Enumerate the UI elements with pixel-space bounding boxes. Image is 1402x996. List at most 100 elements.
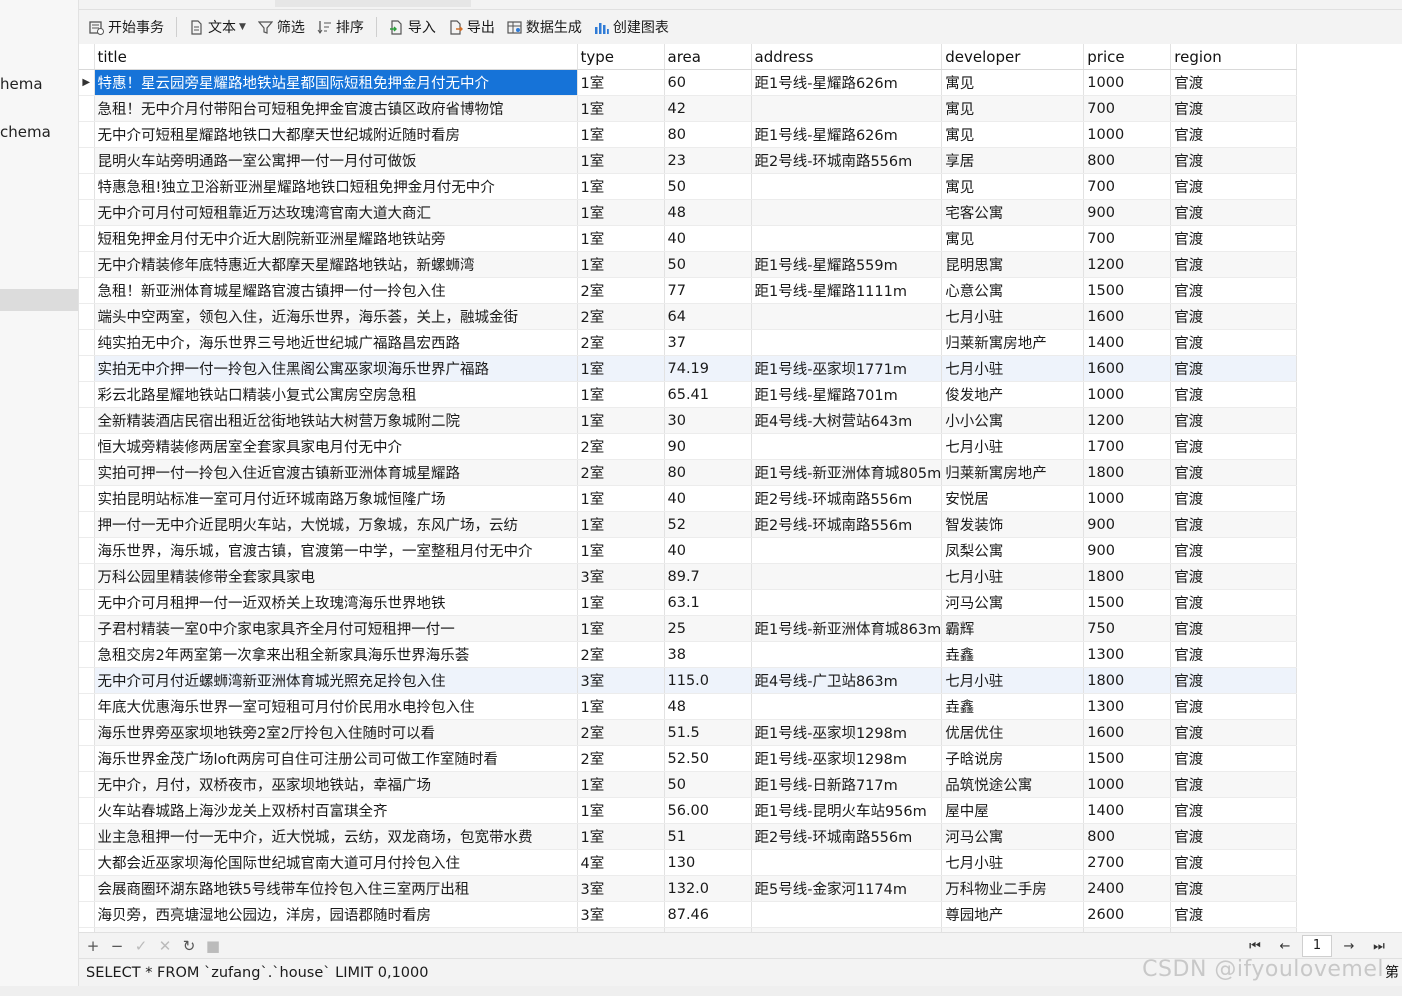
cell-developer[interactable]: 归莱新寓房地产 [941, 459, 1085, 486]
last-page-icon[interactable]: ⏭ [1364, 939, 1394, 954]
cell-area[interactable]: 74.19 [664, 355, 752, 382]
cell-address[interactable]: 距5号线-金家河1174m [751, 875, 943, 902]
cell-title[interactable]: 无中介精装修年底特惠近大都摩天星耀路地铁站，新螺蛳湾 [94, 251, 578, 278]
cell-price[interactable]: 1500 [1083, 745, 1172, 772]
cell-title[interactable]: 会展商圈环湖东路地铁5号线带车位拎包入住三室两厅出租 [94, 875, 578, 902]
delete-record-icon[interactable]: − [105, 937, 129, 955]
cell-title[interactable]: 海乐世界，海乐城，官渡古镇，官渡第一中学，一室整租月付无中介 [94, 537, 578, 564]
cell-developer[interactable]: 享居 [941, 147, 1085, 174]
table-row[interactable]: 无中介可月租押一付一近双桥关上玫瑰湾海乐世界地铁 1室 63.1 河马公寓 1500 官渡 [79, 589, 1298, 616]
row-indicator[interactable] [79, 745, 95, 772]
apply-changes-icon[interactable]: ✓ [129, 937, 153, 955]
cell-address[interactable]: 距4号线-广卫站863m [751, 667, 943, 694]
row-indicator[interactable] [79, 511, 95, 538]
table-row[interactable]: 年底大优惠海乐世界一室可短租可月付价民用水电拎包入住 1室 48 垚鑫 1300 官渡 [79, 693, 1298, 720]
row-indicator[interactable] [79, 771, 95, 798]
refresh-icon[interactable]: ↻ [177, 937, 201, 955]
cell-price[interactable]: 700 [1083, 173, 1172, 200]
cell-area[interactable]: 132.0 [664, 875, 752, 902]
cell-developer[interactable]: 尊园地产 [941, 901, 1085, 928]
cell-area[interactable]: 52.50 [664, 745, 752, 772]
cell-title[interactable]: 押一付一无中介近昆明火车站，大悦城，万象城，东风广场，云纺 [94, 511, 578, 538]
cell-developer[interactable]: 垚鑫 [941, 693, 1085, 720]
cell-price[interactable]: 1000 [1083, 771, 1172, 798]
table-row[interactable]: 子君村精装一室0中介家电家具齐全月付可短租押一付一 1室 25 距1号线-新亚洲体育城… [79, 615, 1298, 642]
cell-area[interactable]: 48 [664, 199, 752, 226]
cell-area[interactable]: 42 [664, 95, 752, 122]
cell-title[interactable]: 无中介可月付可短租靠近万达玫瑰湾官南大道大商汇 [94, 199, 578, 226]
tab-active[interactable] [275, 0, 471, 7]
cell-address[interactable]: 距2号线-环城南路556m [751, 511, 943, 538]
create-chart-button[interactable]: 创建图表 [588, 15, 675, 39]
cell-title[interactable]: 无中介可短租星耀路地铁口大都摩天世纪城附近随时看房 [94, 121, 578, 148]
row-indicator[interactable] [79, 875, 95, 902]
cell-region[interactable]: 官渡 [1170, 511, 1298, 538]
cell-type[interactable]: 1室 [577, 251, 665, 278]
cell-region[interactable]: 官渡 [1170, 849, 1298, 876]
next-page-icon[interactable]: → [1334, 939, 1364, 954]
cell-address[interactable]: 距1号线-巫家坝1298m [751, 719, 943, 746]
cell-developer[interactable]: 七月小驻 [941, 303, 1085, 330]
cell-type[interactable]: 2室 [577, 719, 665, 746]
table-row[interactable]: 特惠急租!独立卫浴新亚洲星耀路地铁口短租免押金月付无中介 1室 50 寓见 700 官渡 [79, 173, 1298, 200]
table-row[interactable]: 无中介可短租星耀路地铁口大都摩天世纪城附近随时看房 1室 80 距1号线-星耀路626… [79, 121, 1298, 148]
table-row[interactable]: 短租免押金月付无中介近大剧院新亚洲星耀路地铁站旁 1室 40 寓见 700 官渡 [79, 225, 1298, 252]
table-row[interactable]: 业主急租押一付一无中介，近大悦城，云纺，双龙商场，包宽带水费 1室 51 距2号线-环… [79, 823, 1298, 850]
cell-area[interactable]: 48 [664, 693, 752, 720]
cell-region[interactable]: 官渡 [1170, 173, 1298, 200]
row-indicator[interactable] [79, 381, 95, 408]
cell-address[interactable]: 距1号线-新亚洲体育城863m [751, 615, 943, 642]
cell-price[interactable]: 1500 [1083, 277, 1172, 304]
cell-area[interactable]: 30 [664, 407, 752, 434]
discard-changes-icon[interactable]: ✕ [153, 937, 177, 955]
row-indicator[interactable] [79, 823, 95, 850]
cell-type[interactable]: 1室 [577, 355, 665, 382]
cell-area[interactable]: 87.46 [664, 901, 752, 928]
row-indicator[interactable] [79, 199, 95, 226]
cell-type[interactable]: 1室 [577, 537, 665, 564]
first-page-icon[interactable]: ⏮ [1240, 939, 1270, 954]
cell-type[interactable]: 2室 [577, 745, 665, 772]
row-indicator[interactable] [79, 667, 95, 694]
cell-area[interactable]: 90 [664, 433, 752, 460]
cell-price[interactable]: 900 [1083, 537, 1172, 564]
row-indicator[interactable] [79, 719, 95, 746]
cell-area[interactable]: 38 [664, 641, 752, 668]
cell-area[interactable]: 89.7 [664, 563, 752, 590]
table-row[interactable]: 万科公园里精装修带全套家具家电 3室 89.7 七月小驻 1800 官渡 [79, 563, 1298, 590]
import-button[interactable]: 导入 [383, 15, 442, 39]
cell-address[interactable] [751, 225, 943, 252]
table-row[interactable]: 海贝旁，西亮塘湿地公园边，洋房，园语郡随时看房 3室 87.46 尊园地产 2600 官渡 [79, 901, 1298, 928]
cell-title[interactable]: 急租！无中介月付带阳台可短租免押金官渡古镇区政府省博物馆 [94, 95, 578, 122]
cell-price[interactable]: 1000 [1083, 121, 1172, 148]
cell-region[interactable]: 官渡 [1170, 355, 1298, 382]
row-indicator[interactable] [79, 95, 95, 122]
cell-address[interactable]: 距1号线-星耀路701m [751, 381, 943, 408]
cell-type[interactable]: 1室 [577, 797, 665, 824]
cell-address[interactable] [751, 563, 943, 590]
cell-type[interactable]: 1室 [577, 693, 665, 720]
cell-type[interactable]: 4室 [577, 849, 665, 876]
cell-address[interactable] [751, 303, 943, 330]
cell-price[interactable]: 1600 [1083, 355, 1172, 382]
row-indicator[interactable] [79, 433, 95, 460]
cell-region[interactable]: 官渡 [1170, 407, 1298, 434]
cell-price[interactable]: 1000 [1083, 69, 1172, 96]
cell-title[interactable]: 急租！新亚洲体育城星耀路官渡古镇押一付一拎包入住 [94, 277, 578, 304]
cell-price[interactable]: 1300 [1083, 641, 1172, 668]
cell-type[interactable]: 3室 [577, 563, 665, 590]
cell-area[interactable]: 50 [664, 251, 752, 278]
previous-page-icon[interactable]: ← [1270, 939, 1300, 954]
cell-region[interactable]: 官渡 [1170, 459, 1298, 486]
row-indicator[interactable] [79, 797, 95, 824]
cell-address[interactable] [751, 433, 943, 460]
chevron-down-icon[interactable]: ▼ [239, 22, 246, 32]
cell-developer[interactable]: 垚鑫 [941, 641, 1085, 668]
cell-title[interactable]: 纯实拍无中介，海乐世界三号地近世纪城广福路昌宏西路 [94, 329, 578, 356]
cell-price[interactable]: 1600 [1083, 303, 1172, 330]
cell-region[interactable]: 官渡 [1170, 121, 1298, 148]
column-header-developer[interactable]: developer [941, 44, 1085, 70]
cell-developer[interactable]: 小小公寓 [941, 407, 1085, 434]
cell-price[interactable]: 1500 [1083, 589, 1172, 616]
cell-developer[interactable]: 七月小驻 [941, 849, 1085, 876]
